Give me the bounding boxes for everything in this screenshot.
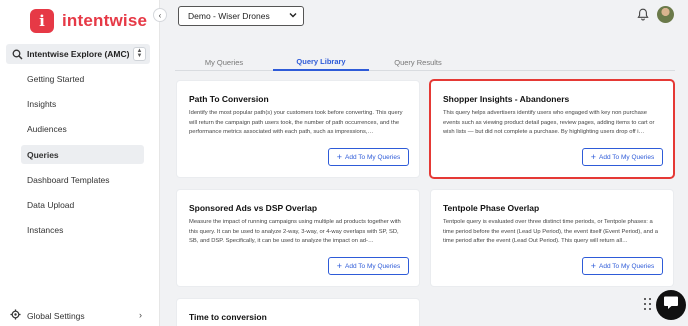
query-card: Tentpole Phase Overlap Tentpole query is… [431,190,673,286]
card-title: Path To Conversion [189,94,269,104]
add-button-label: Add To My Queries [599,262,655,270]
query-tabs: My Queries Query Library Query Results [175,53,675,71]
expand-collapse-icon[interactable]: ▲ ▼ [133,47,146,61]
sidebar-item-instances[interactable]: Instances [21,220,144,239]
add-to-my-queries-button[interactable]: + Add To My Queries [582,148,663,166]
chat-launcher-button[interactable] [656,290,686,320]
sidebar-item-queries[interactable]: Queries [21,145,144,164]
query-card: Sponsored Ads vs DSP Overlap Measure the… [177,190,419,286]
collapse-sidebar-button[interactable]: ‹ [153,8,167,22]
add-button-label: Add To My Queries [345,262,401,270]
card-description: This query helps advertisers identify us… [443,110,655,135]
plus-icon: + [336,151,343,162]
plus-icon: + [590,151,597,162]
sidebar-item-dashboard-templates[interactable]: Dashboard Templates [21,170,144,189]
plus-icon: + [590,260,597,271]
add-to-my-queries-button[interactable]: + Add To My Queries [582,257,663,275]
card-title: Time to conversion [189,312,267,322]
brand-name: intentwise [62,11,148,30]
sidebar-item-getting-started[interactable]: Getting Started [21,69,144,88]
query-card: Time to conversion [177,299,419,326]
card-description: Measure the impact of running campaigns … [189,219,401,244]
tab-query-library[interactable]: Query Library [273,53,369,71]
plus-icon: + [336,260,343,271]
global-settings-label: Global Settings [27,310,85,321]
tab-my-queries[interactable]: My Queries [175,53,273,71]
sidebar-item-insights[interactable]: Insights [21,94,144,113]
avatar[interactable] [657,6,674,23]
add-button-label: Add To My Queries [599,153,655,161]
explore-label: Intentwise Explore (AMC) [27,49,130,59]
card-title: Shopper Insights - Abandoners [443,94,570,104]
explore-selector[interactable]: Intentwise Explore (AMC) ▲ ▼ [6,44,150,64]
card-description: Tentpole query is evaluated over three d… [443,219,658,244]
chevron-down-icon [289,11,297,21]
sidebar: i intentwise Intentwise Explore (AMC) ▲ ▼… [0,0,160,326]
add-to-my-queries-button[interactable]: + Add To My Queries [328,257,409,275]
bell-icon[interactable] [637,8,649,21]
card-description: Identify the most popular path(s) your c… [189,110,403,135]
query-card: Path To Conversion Identify the most pop… [177,81,419,177]
sidebar-item-audiences[interactable]: Audiences [21,119,144,138]
gear-icon [10,309,21,322]
sidebar-item-data-upload[interactable]: Data Upload [21,195,144,214]
query-card-highlighted: Shopper Insights - Abandoners This query… [431,81,673,177]
search-icon [11,48,23,60]
account-select[interactable]: Demo - Wiser Drones [178,6,304,26]
card-title: Sponsored Ads vs DSP Overlap [189,203,318,213]
account-select-value: Demo - Wiser Drones [188,11,270,21]
brand-logo[interactable]: i intentwise [30,9,147,33]
brand-mark-icon: i [30,9,54,33]
add-button-label: Add To My Queries [345,153,401,161]
card-title: Tentpole Phase Overlap [443,203,540,213]
chevron-right-icon: › [139,310,142,320]
global-settings[interactable]: Global Settings › [0,305,160,326]
add-to-my-queries-button[interactable]: + Add To My Queries [328,148,409,166]
drag-handle-icon[interactable] [644,298,652,312]
tab-query-results[interactable]: Query Results [369,53,467,71]
chat-icon [663,295,679,315]
